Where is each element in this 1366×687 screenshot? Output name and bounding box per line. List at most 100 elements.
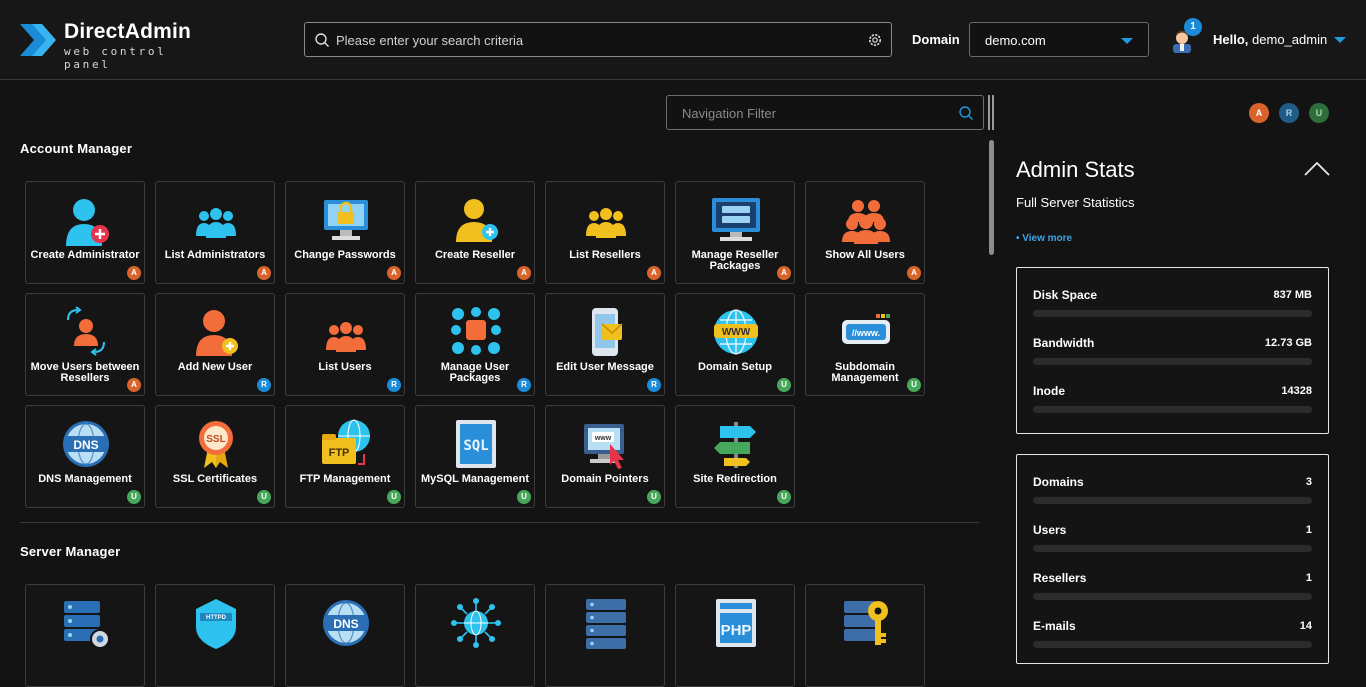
user-menu[interactable]: Hello, demo_admin [1213,32,1327,47]
tile-label: Manage Reseller Packages [691,249,779,272]
logo[interactable]: DirectAdmin web control panel [20,18,210,71]
tile-subdomain-management[interactable]: //www. Subdomain Management U [805,293,925,396]
domain-label: Domain [912,32,960,47]
tile-label: Create Administrator [30,249,140,261]
role-reseller-button[interactable]: R [1279,103,1299,123]
tile-edit-user-message[interactable]: Edit User Message R [545,293,665,396]
tile-label: Change Passwords [294,249,396,261]
scrollbar[interactable] [989,140,994,255]
tile-mysql-management[interactable]: SQL MySQL Management U [415,405,535,508]
tile-label: Subdomain Management [831,361,899,384]
tile-dns-management[interactable]: DNS DNS Management U [25,405,145,508]
tile-manage-reseller-packages[interactable]: Manage Reseller Packages A [675,181,795,284]
stat-inode: Inode 14328 [1033,384,1312,424]
notification-badge[interactable]: 1 [1184,18,1202,36]
stat-value: 3 [1305,476,1312,488]
role-badge: A [907,266,921,280]
tile-server-settings[interactable] [25,584,145,687]
user-packages-icon [451,307,501,355]
all-users-icon [842,200,890,244]
list-admins-icon [196,208,236,238]
dns-icon: DNS [63,421,109,467]
php-icon: PHP [716,599,756,647]
multi-server-icon [586,599,626,649]
tile-label: List Users [318,361,372,373]
panel-resize-handle[interactable] [987,95,997,130]
role-badge: A [777,266,791,280]
domain-setup-icon: WWW [714,309,758,355]
divider [20,522,979,523]
svg-text:WWW: WWW [722,327,751,338]
list-resellers-icon [586,208,626,238]
tile-list-resellers[interactable]: List Resellers A [545,181,665,284]
view-more-link[interactable]: • View more [1016,233,1072,244]
chevron-down-icon[interactable] [1334,37,1346,43]
stat-label: Bandwidth [1033,336,1095,350]
stat-value: 837 MB [1273,289,1312,301]
tile-change-passwords[interactable]: Change Passwords A [285,181,405,284]
tile-create-administrator[interactable]: Create Administrator A [25,181,145,284]
tile-label: List Resellers [569,249,641,261]
role-user-button[interactable]: U [1309,103,1329,123]
tile-ssl-certificates[interactable]: SSL SSL Certificates U [155,405,275,508]
tile-list-administrators[interactable]: List Administrators A [155,181,275,284]
tile-httpd[interactable]: HTTPD [155,584,275,687]
role-badge: U [387,490,401,504]
tile-label: Site Redirection [693,473,777,485]
tile-site-redirection[interactable]: Site Redirection U [675,405,795,508]
stat-progress-bar [1033,406,1312,413]
stat-progress-bar [1033,641,1312,648]
svg-text:HTTPD: HTTPD [206,615,227,621]
role-badge: U [777,378,791,392]
role-badge: A [257,266,271,280]
tile-label: Domain Pointers [561,473,649,485]
httpd-icon: HTTPD [196,599,236,649]
svg-text:SSL: SSL [206,434,225,445]
tile-domain-setup[interactable]: WWW Domain Setup U [675,293,795,396]
stat-label: Disk Space [1033,288,1098,302]
change-passwords-icon [324,200,368,240]
tile-ip-network[interactable] [415,584,535,687]
domain-select[interactable]: demo.com [969,22,1149,57]
stat-domains: Domains 3 [1033,475,1312,515]
svg-text:www: www [594,435,612,442]
svg-text://www.: //www. [852,328,880,338]
navigation-filter [666,95,984,130]
tile-multi-server[interactable] [545,584,665,687]
tile-ftp-management[interactable]: FTP FTP Management U [285,405,405,508]
tile-list-users[interactable]: List Users R [285,293,405,396]
section-title-account-manager: Account Manager [20,141,133,156]
chevron-up-icon[interactable] [1303,160,1331,178]
role-admin-button[interactable]: A [1249,103,1269,123]
stat-disk-space: Disk Space 837 MB [1033,288,1312,328]
stat-emails: E-mails 14 [1033,619,1312,659]
tile-create-reseller[interactable]: Create Reseller A [415,181,535,284]
svg-text:FTP: FTP [329,447,350,459]
tile-label: Show All Users [825,249,905,261]
tile-php[interactable]: PHP [675,584,795,687]
stat-label: Domains [1033,475,1084,489]
add-user-icon [196,310,238,356]
navigation-filter-input[interactable] [682,104,942,122]
gear-icon[interactable] [867,32,883,48]
tile-label: MySQL Management [421,473,529,485]
role-badge: R [517,378,531,392]
tile-show-all-users[interactable]: Show All Users A [805,181,925,284]
mysql-icon: SQL [456,420,496,468]
tile-dns[interactable]: DNS [285,584,405,687]
tile-ssh-keys[interactable] [805,584,925,687]
tile-label: FTP Management [299,473,391,485]
tile-domain-pointers[interactable]: www Domain Pointers U [545,405,665,508]
tile-add-new-user[interactable]: Add New User R [155,293,275,396]
role-badge: U [257,490,271,504]
ftp-icon: FTP [322,419,370,465]
stat-label: Inode [1033,384,1065,398]
tile-move-users-between-resellers[interactable]: Move Users between Resellers A [25,293,145,396]
tile-manage-user-packages[interactable]: Manage User Packages R [415,293,535,396]
role-badge: U [647,490,661,504]
search-input[interactable] [336,30,856,50]
tile-label: Move Users between Resellers [30,361,140,384]
svg-text:SQL: SQL [463,438,488,454]
directadmin-logo-icon [20,24,56,56]
dns-icon: DNS [323,600,369,646]
